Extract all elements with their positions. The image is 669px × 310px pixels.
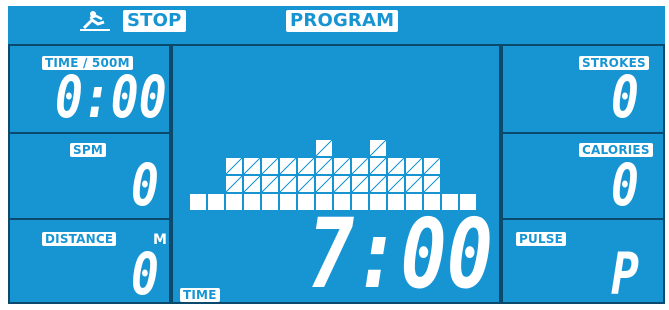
profile-block — [226, 158, 242, 174]
spm-label: SPM — [70, 143, 106, 157]
profile-block — [370, 140, 386, 156]
profile-block — [226, 194, 242, 210]
pulse-value: P — [611, 240, 639, 308]
profile-block — [262, 176, 278, 192]
profile-block — [334, 176, 350, 192]
profile-block — [316, 176, 332, 192]
profile-block — [352, 176, 368, 192]
stop-indicator: STOP — [123, 10, 186, 32]
program-profile-chart — [190, 106, 490, 210]
profile-block — [298, 176, 314, 192]
profile-block — [262, 194, 278, 210]
profile-block — [280, 158, 296, 174]
time-per-500m-value: 0:00 — [55, 63, 167, 131]
profile-block — [424, 158, 440, 174]
profile-block — [244, 176, 260, 192]
profile-block — [370, 176, 386, 192]
profile-block — [208, 194, 224, 210]
profile-block — [244, 158, 260, 174]
profile-block — [280, 194, 296, 210]
profile-block — [370, 158, 386, 174]
spm-value: 0 — [131, 151, 159, 219]
profile-block — [262, 158, 278, 174]
profile-block — [406, 158, 422, 174]
profile-block — [316, 140, 332, 156]
lcd-display: STOP PROGRAM TIME / 500M 0:00 SPM 0 DIST… — [8, 6, 665, 310]
profile-block — [298, 158, 314, 174]
profile-block — [424, 176, 440, 192]
pulse-label: PULSE — [516, 232, 567, 246]
profile-block — [244, 194, 260, 210]
center-time-label: TIME — [180, 288, 220, 302]
rower-icon — [78, 10, 112, 32]
profile-block — [316, 158, 332, 174]
center-time-value: 7:00 — [308, 198, 493, 310]
profile-block — [388, 176, 404, 192]
profile-block — [190, 194, 206, 210]
profile-block — [280, 176, 296, 192]
strokes-value: 0 — [611, 63, 639, 131]
distance-label: DISTANCE — [42, 232, 117, 246]
calories-value: 0 — [611, 151, 639, 219]
profile-block — [352, 158, 368, 174]
profile-block — [334, 158, 350, 174]
program-indicator: PROGRAM — [286, 10, 399, 32]
distance-value: 0 — [131, 240, 159, 308]
profile-block — [406, 176, 422, 192]
profile-block — [388, 158, 404, 174]
profile-block — [226, 176, 242, 192]
